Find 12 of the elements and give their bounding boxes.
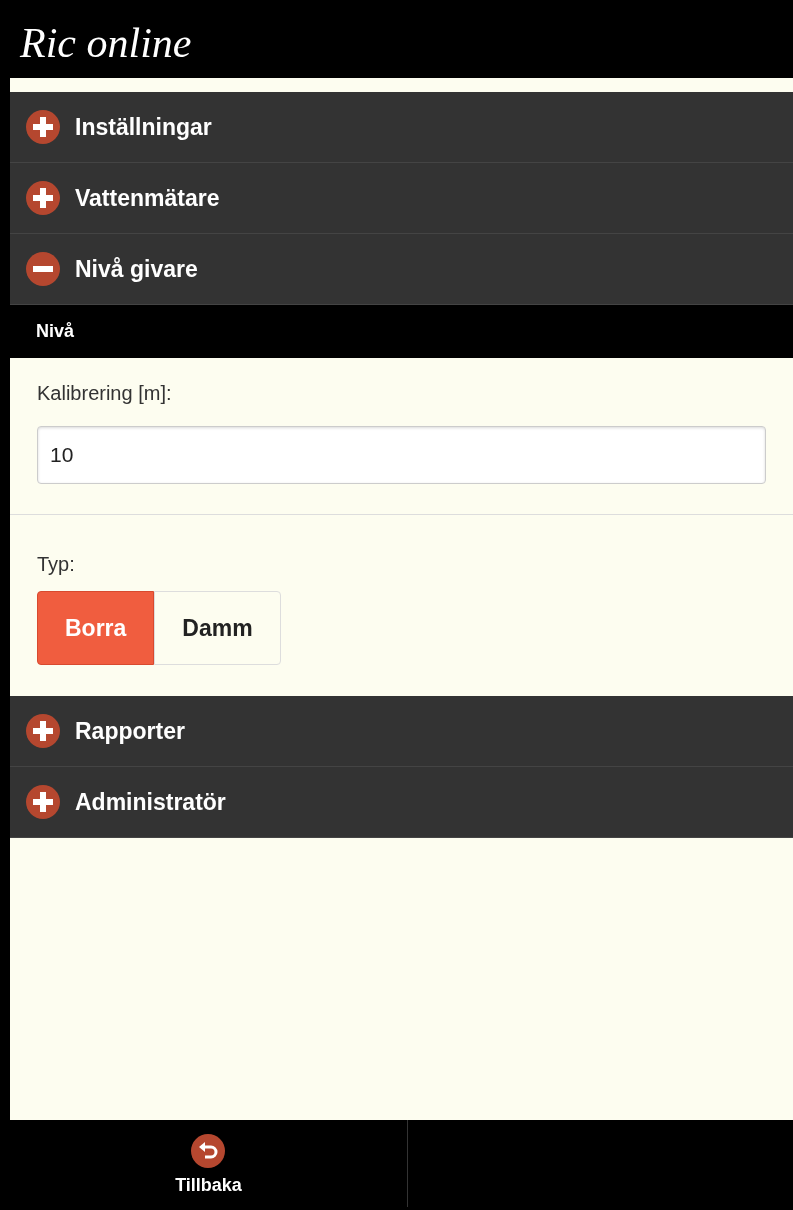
accordion-header[interactable]: Inställningar: [10, 92, 793, 163]
app-title: Ric online: [20, 18, 192, 68]
accordion-header[interactable]: Nivå givare: [10, 234, 793, 305]
back-button[interactable]: Tillbaka: [175, 1120, 242, 1199]
field-label: Kalibrering [m]:: [37, 381, 173, 406]
subheader: Nivå: [10, 305, 793, 358]
input-field[interactable]: 10: [37, 426, 766, 484]
accordion-header[interactable]: Rapporter: [10, 696, 793, 767]
field-label: Typ:: [37, 552, 76, 577]
accordion-header[interactable]: Vattenmätare: [10, 163, 793, 234]
segment-button[interactable]: Damm: [154, 591, 281, 665]
accordion-header[interactable]: Administratör: [10, 767, 793, 838]
